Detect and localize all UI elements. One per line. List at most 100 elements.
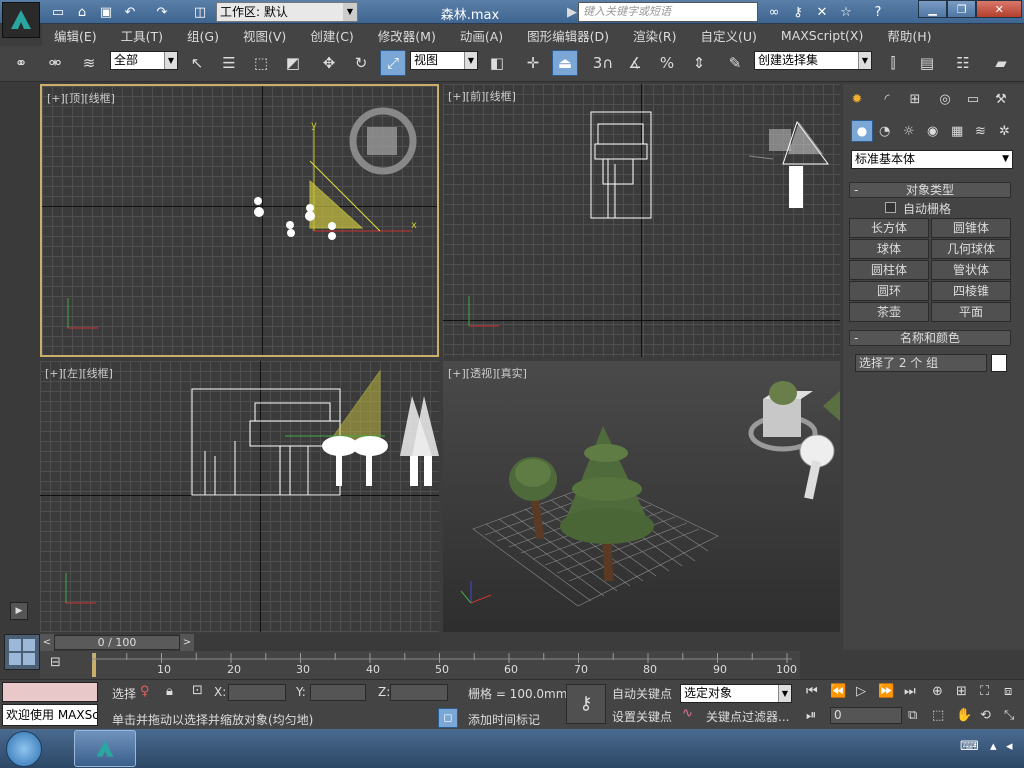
viewport-layouts-icon[interactable] (4, 634, 40, 670)
pivot-center-icon[interactable]: ◧ (484, 50, 510, 76)
zoom-icon[interactable]: ⊕ (932, 684, 943, 699)
teapot-button[interactable]: 茶壶 (849, 302, 929, 322)
curve-editor-icon[interactable]: ⊟ (50, 655, 72, 675)
selection-filter-select[interactable]: 全部 ▼ (110, 51, 178, 70)
menu-edit[interactable]: 编辑(E) (42, 26, 109, 45)
zoom-region-icon[interactable]: ⬚ (932, 708, 944, 723)
mirror-icon[interactable]: ⫿ (880, 50, 906, 76)
maximize-icon[interactable]: ❐ (947, 0, 977, 18)
isolate-icon[interactable]: ♀ (140, 684, 150, 699)
zoom-all-icon[interactable]: ⊞ (956, 684, 967, 699)
bind-spacewarp-icon[interactable]: ≋ (76, 50, 102, 76)
prev-key-icon[interactable]: ⏪ (830, 684, 846, 699)
keyboard-tray-icon[interactable]: ⌨ (960, 739, 979, 754)
undo-icon[interactable]: ↶ (120, 3, 140, 21)
app-logo-icon[interactable] (2, 2, 40, 38)
scale-icon[interactable]: ⤢ (380, 50, 406, 76)
taskbar-3dsmax-icon[interactable] (74, 730, 136, 767)
menu-help[interactable]: 帮助(H) (875, 26, 943, 45)
time-slider-thumb[interactable]: 0 / 100 (54, 635, 180, 650)
pyramid-button[interactable]: 四棱锥 (931, 281, 1011, 301)
z-coord-field[interactable] (390, 684, 448, 701)
viewport-top-label[interactable]: [+][顶][线框] (47, 90, 115, 106)
search-input[interactable]: 键入关键字或短语 (578, 2, 758, 22)
absolute-mode-icon[interactable]: ⊡ (192, 683, 203, 698)
menu-maxscript[interactable]: MAXScript(X) (769, 28, 875, 43)
help-icon[interactable]: ? (868, 3, 888, 21)
time-tag-icon[interactable]: ◻ (438, 708, 458, 728)
workspace-select[interactable]: 工作区: 默认 ▼ (216, 2, 358, 22)
binoculars-icon[interactable]: ∞ (764, 3, 784, 21)
link-icon[interactable]: ⚭ (8, 50, 34, 76)
layer-manager-icon[interactable]: ☷ (950, 50, 976, 76)
key-icon[interactable]: ⚷ (788, 3, 808, 21)
key-mode-toggle-icon[interactable]: ⏯ (806, 708, 816, 723)
shapes-icon[interactable]: ◔ (879, 124, 890, 139)
current-frame-field[interactable]: 0 (830, 707, 902, 724)
viewport-left-label[interactable]: [+][左][线框] (45, 365, 113, 381)
utilities-tab-icon[interactable]: ⚒ (989, 88, 1013, 110)
viewport-top[interactable]: y x [+][顶][线框] (40, 84, 439, 357)
geometry-icon[interactable]: ● (851, 120, 873, 142)
redo-icon[interactable]: ↷ (152, 3, 172, 21)
name-color-rollout[interactable]: - 名称和颜色 (849, 330, 1011, 346)
viewport-front-label[interactable]: [+][前][线框] (448, 88, 516, 104)
viewport-perspective-label[interactable]: [+][透视][真实] (448, 365, 527, 381)
zoom-extents-all-icon[interactable]: ⧈ (1004, 684, 1012, 699)
spacewarps-icon[interactable]: ≋ (975, 124, 986, 139)
cone-button[interactable]: 圆锥体 (931, 218, 1011, 238)
select-by-name-icon[interactable]: ☰ (216, 50, 242, 76)
plane-button[interactable]: 平面 (931, 302, 1011, 322)
menu-views[interactable]: 视图(V) (231, 26, 298, 45)
start-button-icon[interactable] (6, 731, 42, 767)
ref-coord-select[interactable]: 视图 ▼ (410, 51, 478, 70)
star-icon[interactable]: ☆ (836, 3, 856, 21)
viewport-front[interactable]: [+][前][线框] (443, 84, 840, 357)
unlink-icon[interactable]: ⚮ (42, 50, 68, 76)
save-icon[interactable]: ▣ (96, 3, 116, 21)
motion-tab-icon[interactable]: ◎ (933, 88, 957, 110)
viewport-perspective[interactable]: [+][透视][真实] (443, 361, 840, 632)
project-folder-icon[interactable]: ◫ (190, 3, 210, 21)
track-bar[interactable]: ⊟ 10 20 30 40 50 60 70 80 90 100 (40, 651, 800, 679)
auto-key-button[interactable]: 自动关键点 (612, 685, 672, 702)
menu-tools[interactable]: 工具(T) (109, 26, 175, 45)
menu-rendering[interactable]: 渲染(R) (621, 26, 688, 45)
display-tab-icon[interactable]: ▭ (961, 88, 985, 110)
autogrid-checkbox[interactable] (885, 202, 896, 213)
next-key-icon[interactable]: ⏩ (878, 684, 894, 699)
object-name-field[interactable]: 选择了 2 个 组 (855, 354, 987, 372)
modify-tab-icon[interactable]: ◜ (875, 88, 899, 110)
object-type-rollout[interactable]: - 对象类型 (849, 182, 1011, 198)
set-key-button[interactable]: 设置关键点 (612, 708, 672, 725)
systems-icon[interactable]: ✲ (999, 124, 1010, 139)
add-time-tag[interactable]: 添加时间标记 (468, 711, 540, 728)
time-slider[interactable]: < 0 / 100 > (40, 634, 440, 651)
hierarchy-tab-icon[interactable]: ⊞ (903, 88, 927, 110)
rotate-icon[interactable]: ↻ (348, 50, 374, 76)
object-color-swatch[interactable] (991, 354, 1007, 372)
new-file-icon[interactable]: ▭ (48, 3, 68, 21)
minimize-icon[interactable]: ▁ (918, 0, 948, 18)
helpers-icon[interactable]: ▦ (951, 124, 963, 139)
menu-customize[interactable]: 自定义(U) (689, 26, 769, 45)
angle-snap-icon[interactable]: ∡ (622, 50, 648, 76)
spinner-snap-icon[interactable]: ⇕ (686, 50, 712, 76)
graphite-tools-icon[interactable]: ▰ (988, 50, 1014, 76)
prev-frame-icon[interactable]: < (40, 634, 54, 651)
geosphere-button[interactable]: 几何球体 (931, 239, 1011, 259)
y-coord-field[interactable] (310, 684, 366, 701)
snap-toggle-icon[interactable]: 3 ∩ (590, 50, 616, 76)
next-frame-icon[interactable]: > (180, 634, 194, 651)
tray-arrow-icon[interactable]: ▴ (990, 739, 997, 754)
window-crossing-icon[interactable]: ◩ (280, 50, 306, 76)
viewport-left[interactable]: [+][左][线框] (40, 361, 439, 632)
named-selection-select[interactable]: 创建选择集 ▼ (754, 51, 872, 70)
goto-start-icon[interactable]: ⏮ (806, 684, 818, 699)
move-icon[interactable]: ✥ (316, 50, 342, 76)
menu-group[interactable]: 组(G) (175, 26, 231, 45)
close-icon[interactable]: ✕ (976, 0, 1022, 18)
cameras-icon[interactable]: ◉ (927, 124, 938, 139)
menu-modifiers[interactable]: 修改器(M) (366, 26, 448, 45)
primitive-category-select[interactable]: 标准基本体 ▼ (851, 150, 1013, 169)
